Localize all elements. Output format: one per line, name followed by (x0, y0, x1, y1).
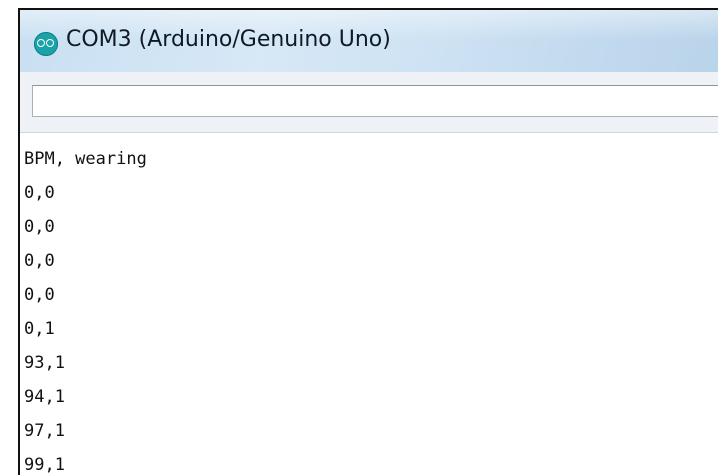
output-line: 99,1 (24, 455, 65, 475)
arduino-logo-icon (34, 32, 58, 56)
output-line: 0,0 (24, 217, 55, 237)
send-input[interactable] (32, 85, 718, 117)
window-title: COM3 (Arduino/Genuino Uno) (66, 27, 391, 52)
output-line: 94,1 (24, 387, 65, 407)
output-line: 0,0 (24, 183, 55, 203)
send-bar (20, 72, 718, 133)
serial-output: BPM, wearing 0,0 0,0 0,0 0,0 0,1 93,1 94… (20, 133, 718, 475)
output-line: 0,0 (24, 285, 55, 305)
output-line: BPM, wearing (24, 149, 147, 169)
arduino-logo-right-ring (46, 39, 54, 47)
output-line: 93,1 (24, 353, 65, 373)
output-line: 0,0 (24, 251, 55, 271)
arduino-logo-left-ring (37, 39, 45, 47)
output-line: 97,1 (24, 421, 65, 441)
title-bar[interactable]: COM3 (Arduino/Genuino Uno) (20, 10, 718, 73)
serial-monitor-window: COM3 (Arduino/Genuino Uno) BPM, wearing … (18, 8, 718, 475)
output-line: 0,1 (24, 319, 55, 339)
